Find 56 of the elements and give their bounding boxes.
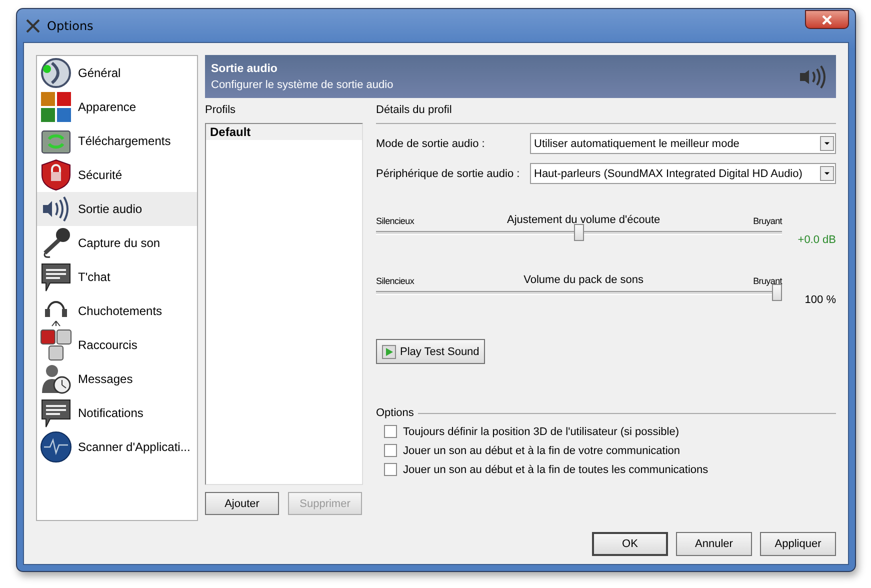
slider-thumb[interactable]	[772, 284, 782, 301]
slider-reading: +0.0 dB	[796, 233, 836, 246]
play-test-sound-button[interactable]: Play Test Sound	[376, 339, 486, 364]
chat-bubble-icon	[40, 397, 72, 429]
lock-shield-icon	[40, 159, 72, 191]
field-label: Périphérique de sortie audio :	[376, 168, 521, 180]
user-clock-icon	[40, 363, 72, 395]
sidebar-item[interactable]: Capture du son	[37, 226, 197, 260]
slider-title: Volume du pack de sons	[524, 274, 644, 286]
add-button[interactable]: Ajouter	[205, 492, 279, 515]
play-icon	[382, 344, 396, 358]
sidebar-item[interactable]: T'chat	[37, 260, 197, 294]
speaker-head-icon	[40, 57, 72, 89]
caret-icon	[820, 136, 834, 151]
chat-bubble-icon	[40, 261, 72, 293]
max-label: Bruyant	[753, 276, 782, 286]
keys-icon	[40, 329, 72, 361]
sidebar-item[interactable]: Sécurité	[37, 158, 197, 192]
window-title: Options	[47, 18, 94, 32]
sidebar-item[interactable]: Sortie audio	[37, 192, 197, 226]
dropdown[interactable]: Haut-parleurs (SoundMAX Integrated Digital HD Audio)	[530, 163, 836, 184]
option-checkbox[interactable]: Jouer un son au début et à la fin de toutes les communications	[384, 463, 836, 476]
sidebar-item[interactable]: Général	[37, 56, 197, 90]
min-label: Silencieux	[376, 276, 414, 286]
options-label: Options	[376, 407, 414, 419]
dialog-button[interactable]: Annuler	[676, 532, 752, 556]
option-checkbox[interactable]: Jouer un son au début et à la fin de votre communication	[384, 444, 836, 457]
dialog-button[interactable]: OK	[592, 532, 668, 556]
slider-thumb[interactable]	[574, 224, 584, 241]
slider-track[interactable]	[376, 284, 782, 301]
profile-item[interactable]: Default	[206, 124, 362, 140]
details-label: Détails du profil	[376, 104, 452, 116]
sidebar-item[interactable]: Téléchargements	[37, 124, 197, 158]
close-button[interactable]	[805, 10, 849, 29]
dropdown[interactable]: Utiliser automatiquement le meilleur mode	[530, 133, 836, 154]
sidebar-item[interactable]: Messages	[37, 362, 197, 396]
sidebar-item[interactable]: Notifications	[37, 396, 197, 430]
section-subtitle: Configurer le système de sortie audio	[211, 78, 394, 90]
min-label: Silencieux	[376, 216, 414, 226]
section-title: Sortie audio	[211, 62, 278, 74]
color-tiles-icon	[40, 91, 72, 123]
sidebar-item[interactable]: Chuchotements	[37, 294, 197, 328]
field-label: Mode de sortie audio :	[376, 138, 486, 150]
dialog-button[interactable]: Appliquer	[760, 532, 836, 556]
close-icon	[821, 14, 833, 24]
slider-track[interactable]	[376, 224, 782, 241]
slider-title: Ajustement du volume d'écoute	[506, 214, 660, 226]
profiles-label: Profils	[205, 104, 237, 116]
caret-icon	[820, 166, 834, 181]
radar-globe-icon	[40, 431, 72, 463]
sidebar-item[interactable]: Apparence	[37, 90, 197, 124]
max-label: Bruyant	[753, 216, 782, 226]
sidebar-item[interactable]: Raccourcis	[37, 328, 197, 362]
slider-reading: 100 %	[804, 293, 836, 306]
sidebar-item[interactable]: Scanner d'Applicati...	[37, 430, 197, 464]
option-checkbox[interactable]: Toujours définir la position 3D de l'utilisateur (si possible)	[384, 425, 836, 438]
